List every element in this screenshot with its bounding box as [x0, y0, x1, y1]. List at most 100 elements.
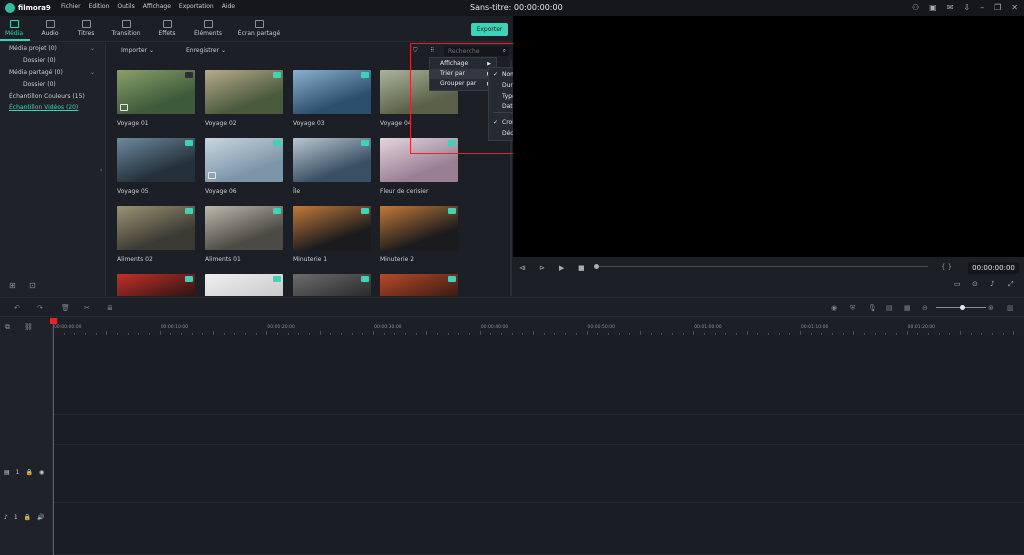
panel-icon[interactable]: ▥ — [1007, 304, 1014, 312]
undo-icon[interactable]: ↶ — [14, 304, 20, 312]
message-icon[interactable]: ✉ — [947, 3, 954, 12]
media-thumbnail[interactable] — [117, 70, 195, 114]
ctx-trier-par[interactable]: Trier par ▶ — [430, 69, 496, 79]
media-thumbnail[interactable] — [117, 206, 195, 250]
menu-affichage[interactable]: Affichage — [143, 3, 171, 10]
zoom-slider-handle[interactable] — [960, 305, 965, 310]
link-icon[interactable]: ⛓ — [24, 323, 33, 331]
tab-effets[interactable]: Effets — [147, 20, 187, 37]
media-item[interactable]: Aliments 01 — [205, 206, 283, 263]
tree-media-projet[interactable]: Média projet (0) — [9, 45, 57, 52]
speaker-icon[interactable]: 🔊 — [37, 514, 44, 521]
media-item[interactable]: Minuterie 1 — [293, 206, 371, 263]
cut-icon[interactable]: ✂ — [84, 304, 90, 312]
download-icon[interactable]: ⇩ — [963, 3, 970, 12]
save-icon[interactable]: ▣ — [929, 3, 937, 12]
menu-fichier[interactable]: Fichier — [61, 3, 81, 10]
display-settings-icon[interactable]: ▭ — [954, 280, 961, 288]
render-icon[interactable]: ◉ — [831, 304, 837, 312]
media-thumbnail[interactable] — [205, 70, 283, 114]
maximize-icon[interactable]: ❐ — [994, 3, 1001, 12]
tree-echantillon-videos[interactable]: Échantillon Vidéos (20) — [9, 104, 78, 111]
tree-dossier-partage[interactable]: Dossier (0) — [23, 81, 56, 88]
media-item[interactable]: Aliments 02 — [117, 206, 195, 263]
media-thumbnail[interactable] — [205, 138, 283, 182]
collapse-panel-icon[interactable]: ‹ — [100, 167, 102, 174]
record-dropdown[interactable]: Enregistrer ⌄ — [186, 47, 226, 54]
stop-icon[interactable]: ■ — [578, 264, 585, 272]
video-track-lane[interactable] — [53, 445, 1024, 503]
delete-icon[interactable]: 🗑 — [61, 304, 70, 312]
media-item[interactable]: Voyage 03 — [293, 70, 371, 127]
mark-in-out[interactable]: { } — [941, 263, 952, 271]
playhead-handle[interactable] — [50, 318, 57, 324]
shield-icon[interactable]: ⛨ — [850, 304, 855, 313]
playhead[interactable] — [53, 318, 54, 555]
media-item[interactable] — [117, 274, 195, 296]
menu-outils[interactable]: Outils — [117, 3, 134, 10]
adjust-icon[interactable]: ≣ — [107, 304, 113, 312]
tree-echantillon-couleurs[interactable]: Échantillon Couleurs (15) — [9, 93, 85, 100]
zoom-out-icon[interactable]: ⊖ — [922, 304, 928, 312]
media-item[interactable] — [205, 274, 283, 296]
step-back-icon[interactable]: ⊳ — [539, 264, 545, 272]
media-item[interactable]: Voyage 05 — [117, 138, 195, 195]
snapshot-icon[interactable]: ⊙ — [972, 280, 978, 288]
minimize-icon[interactable]: – — [980, 3, 984, 12]
playback-progress[interactable] — [596, 266, 928, 267]
eye-icon[interactable]: ◉ — [39, 469, 44, 476]
media-thumbnail[interactable] — [117, 274, 195, 296]
play-icon[interactable]: ▶ — [559, 264, 564, 272]
empty-track-area[interactable] — [53, 335, 1024, 415]
media-item[interactable]: Voyage 01 — [117, 70, 195, 127]
tree-dossier-projet[interactable]: Dossier (0) — [23, 57, 56, 64]
tab-elements[interactable]: Éléments — [188, 20, 228, 37]
tab-media[interactable]: Média — [0, 20, 34, 41]
progress-handle[interactable] — [594, 264, 599, 269]
media-thumbnail[interactable] — [117, 138, 195, 182]
lock-icon[interactable]: 🔒 — [24, 514, 31, 521]
timeline-ruler[interactable]: 00:00:00:00 00:00:10:00 00:00:20:00 00:00:3… — [53, 318, 1024, 335]
media-thumbnail[interactable] — [293, 274, 371, 296]
close-icon[interactable]: ✕ — [1011, 3, 1018, 12]
media-thumbnail[interactable] — [293, 138, 371, 182]
account-icon[interactable]: ⚇ — [912, 3, 919, 12]
mixer-icon[interactable]: ▤ — [886, 304, 893, 312]
media-item[interactable]: Minuterie 2 — [380, 206, 458, 263]
lock-icon[interactable]: 🔒 — [26, 469, 33, 476]
chevron-down-icon[interactable]: ⌄ — [90, 45, 95, 52]
media-item[interactable] — [380, 274, 458, 296]
subtitle-icon[interactable]: ▦ — [904, 304, 911, 312]
media-thumbnail[interactable] — [293, 206, 371, 250]
volume-icon[interactable]: ♪ — [990, 280, 994, 288]
import-dropdown[interactable]: Importer ⌄ — [121, 47, 154, 54]
tab-audio[interactable]: Audio — [30, 20, 70, 37]
folder-outline-icon[interactable]: ⊡ — [29, 281, 36, 290]
ctx-grouper-par[interactable]: Grouper par ▶ — [430, 79, 496, 89]
media-thumbnail[interactable] — [205, 206, 283, 250]
media-thumbnail[interactable] — [380, 274, 458, 296]
tab-transition[interactable]: Transition — [106, 20, 146, 37]
drop-zone[interactable] — [53, 415, 1024, 445]
media-thumbnail[interactable] — [380, 206, 458, 250]
microphone-icon[interactable]: 🎙 — [868, 304, 877, 312]
menu-edition[interactable]: Edition — [89, 3, 110, 10]
previous-frame-icon[interactable]: ⧏ — [519, 264, 526, 272]
media-item[interactable]: Voyage 06 — [205, 138, 283, 195]
new-folder-icon[interactable]: ⊞ — [9, 281, 16, 290]
redo-icon[interactable]: ↷ — [37, 304, 43, 312]
media-item[interactable]: Voyage 02 — [205, 70, 283, 127]
tree-media-partage[interactable]: Média partagé (0) — [9, 69, 63, 76]
media-thumbnail[interactable] — [205, 274, 283, 296]
menu-exportation[interactable]: Exportation — [179, 3, 214, 10]
media-thumbnail[interactable] — [293, 70, 371, 114]
media-item[interactable]: Île — [293, 138, 371, 195]
fullscreen-icon[interactable]: ⤢ — [1008, 280, 1014, 289]
export-button[interactable]: Exporter — [471, 23, 508, 36]
audio-track-lane[interactable] — [53, 503, 1024, 555]
tab-ecran-partage[interactable]: Écran partagé — [233, 20, 285, 37]
menu-aide[interactable]: Aide — [222, 3, 235, 10]
tab-titres[interactable]: Titres — [66, 20, 106, 37]
zoom-in-icon[interactable]: ⊕ — [988, 304, 994, 312]
ctx-affichage[interactable]: Affichage ▶ — [430, 59, 496, 69]
